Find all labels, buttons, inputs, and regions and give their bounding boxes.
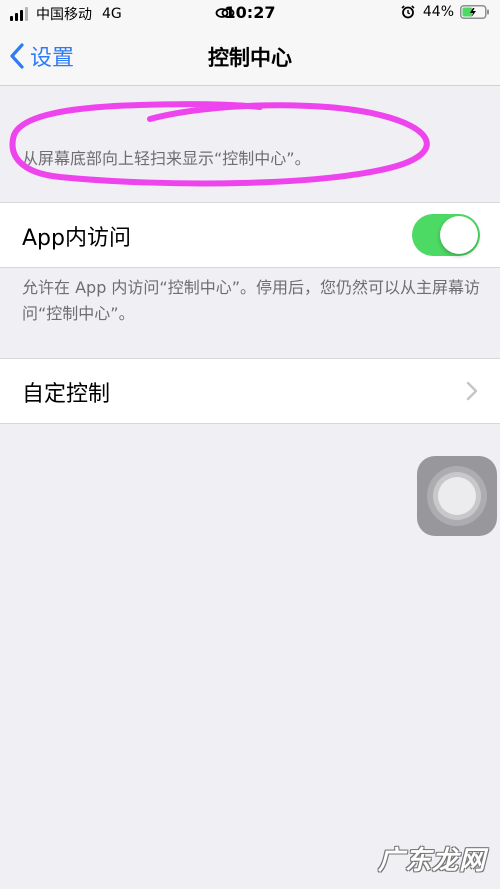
battery-icon — [460, 5, 489, 19]
status-bar: 中国移动 4G 10:27 44% — [0, 0, 500, 28]
chevron-right-icon — [466, 381, 478, 401]
section-header-text: 从屏幕底部向上轻扫来显示“控制中心”。 — [22, 149, 311, 168]
status-right: 44% — [401, 4, 490, 20]
assistive-touch-icon[interactable] — [417, 456, 497, 536]
battery-percent: 44% — [422, 4, 454, 20]
customize-controls-label: 自定控制 — [22, 382, 111, 407]
customize-controls-row[interactable]: 自定控制 — [0, 358, 500, 424]
assistive-touch-inner-circle — [438, 477, 476, 515]
page-title: 控制中心 — [208, 46, 292, 70]
app-access-label: App内访问 — [22, 226, 131, 251]
app-access-description: 允许在 App 内访问“控制中心”。停用后，您仍然可以从主屏幕访问“控制中心”。 — [22, 278, 481, 323]
app-access-toggle[interactable] — [412, 214, 480, 256]
app-access-row: App内访问 — [0, 202, 500, 268]
navigation-bar: 设置 控制中心 — [0, 28, 500, 86]
watermark: 广东龙网 — [377, 846, 486, 876]
alarm-clock-icon — [401, 5, 415, 19]
toggle-knob — [440, 216, 478, 254]
